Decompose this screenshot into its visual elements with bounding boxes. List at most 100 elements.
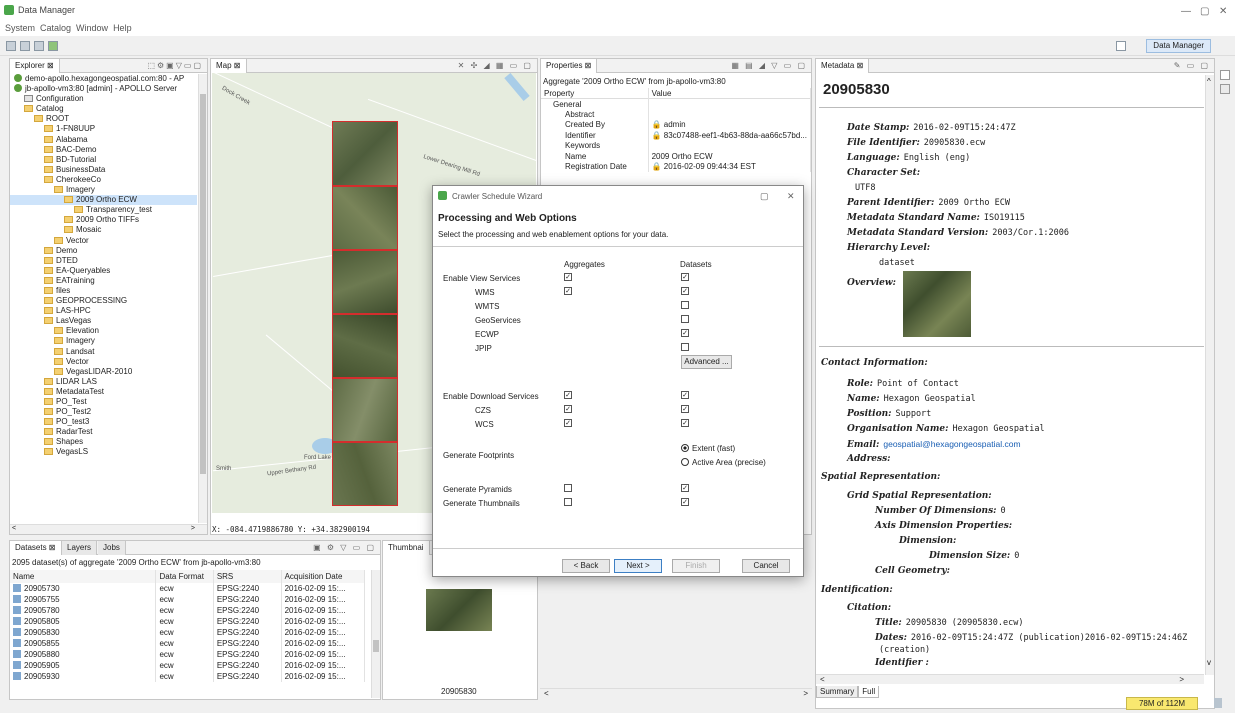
tree-item[interactable]: Vector bbox=[10, 357, 197, 367]
col-header[interactable]: SRS bbox=[213, 570, 282, 583]
properties-hscroll[interactable]: < > bbox=[540, 688, 812, 698]
explorer-vscroll[interactable] bbox=[198, 74, 207, 523]
col-header[interactable]: Data Format bbox=[155, 570, 214, 583]
aggregate-checkbox[interactable]: ✓ bbox=[564, 287, 572, 295]
gc-icon[interactable] bbox=[1214, 698, 1222, 708]
active-area-radio[interactable] bbox=[681, 458, 689, 466]
dataset-checkbox[interactable] bbox=[681, 343, 689, 351]
tree-item[interactable]: CherokeeCo bbox=[10, 175, 197, 185]
image-tile[interactable] bbox=[332, 442, 398, 506]
menu-system[interactable]: System bbox=[5, 20, 35, 36]
property-row[interactable]: Registration Date 🔒 2016-02-09 09:44:34 E… bbox=[541, 161, 812, 172]
tree-item[interactable]: EATraining bbox=[10, 276, 197, 286]
perspective-data-manager[interactable]: Data Manager bbox=[1146, 39, 1211, 53]
extent-radio[interactable] bbox=[681, 444, 689, 452]
tab-map[interactable]: Map ⊠ bbox=[211, 59, 247, 73]
dataset-row[interactable]: 20905930 ecw EPSG:2240 2016-02-09 15:... bbox=[10, 671, 366, 682]
property-row[interactable]: Keywords bbox=[541, 140, 812, 151]
col-property[interactable]: Property bbox=[541, 88, 649, 99]
side-view-icon[interactable] bbox=[1220, 84, 1230, 94]
tree-item[interactable]: jb-apollo-vm3:80 [admin] - APOLLO Server bbox=[10, 84, 197, 94]
tree-item[interactable]: Demo bbox=[10, 246, 197, 256]
property-row[interactable]: Name 2009 Ortho ECW bbox=[541, 151, 812, 162]
save-icon[interactable] bbox=[20, 41, 30, 51]
image-tile[interactable] bbox=[332, 186, 398, 250]
dataset-row[interactable]: 20905755 ecw EPSG:2240 2016-02-09 15:... bbox=[10, 594, 366, 605]
tree-item[interactable]: RadarTest bbox=[10, 427, 197, 437]
tree-item[interactable]: Landsat bbox=[10, 347, 197, 357]
property-row[interactable]: Created By 🔒 admin bbox=[541, 119, 812, 130]
col-header[interactable]: Acquisition Date bbox=[281, 570, 366, 583]
new-icon[interactable] bbox=[6, 41, 16, 51]
col-value[interactable]: Value bbox=[648, 88, 812, 99]
image-tile[interactable] bbox=[332, 121, 398, 186]
property-row[interactable]: Identifier 🔒 83c07488-eef1-4b63-88da-aa66… bbox=[541, 130, 812, 141]
tree-item[interactable]: PO_Test2 bbox=[10, 407, 197, 417]
dataset-checkbox[interactable] bbox=[681, 315, 689, 323]
next-button[interactable]: Next > bbox=[614, 559, 662, 573]
tab-summary[interactable]: Summary bbox=[816, 686, 859, 698]
dataset-checkbox[interactable]: ✓ bbox=[681, 405, 689, 413]
dataset-checkbox[interactable]: ✓ bbox=[681, 273, 689, 281]
side-view-icon[interactable] bbox=[1220, 70, 1230, 80]
explorer-hscroll[interactable]: < > bbox=[10, 524, 207, 534]
dataset-checkbox[interactable]: ✓ bbox=[681, 391, 689, 399]
server-icon[interactable] bbox=[48, 41, 58, 51]
tree-item[interactable]: Elevation bbox=[10, 326, 197, 336]
map-toolbar-icons[interactable]: ✕ ✣ ◢ ▦ ▭ ▢ bbox=[458, 61, 533, 70]
aggregate-checkbox[interactable]: ✓ bbox=[564, 273, 572, 281]
dataset-checkbox[interactable]: ✓ bbox=[681, 484, 689, 492]
tree-item[interactable]: Catalog bbox=[10, 104, 197, 114]
wizard-maximize-button[interactable]: ▢ bbox=[760, 191, 769, 202]
tree-item[interactable]: ROOT bbox=[10, 114, 197, 124]
minimize-button[interactable]: — bbox=[1181, 6, 1191, 17]
tab-properties[interactable]: Properties ⊠ bbox=[541, 59, 598, 73]
close-button[interactable]: ✕ bbox=[1219, 6, 1227, 17]
menu-window[interactable]: Window bbox=[76, 20, 108, 36]
dataset-checkbox[interactable]: ✓ bbox=[681, 498, 689, 506]
tree-item[interactable]: Transparency_test bbox=[10, 205, 197, 215]
col-header[interactable]: Name bbox=[10, 570, 157, 583]
property-row[interactable]: General bbox=[541, 98, 812, 109]
heap-status[interactable]: 78M of 112M bbox=[1126, 697, 1198, 710]
tree-item[interactable]: LasVegas bbox=[10, 316, 197, 326]
tree-item[interactable]: Shapes bbox=[10, 437, 197, 447]
tree-item[interactable]: BD-Tutorial bbox=[10, 155, 197, 165]
tree-item[interactable]: VegasLIDAR-2010 bbox=[10, 367, 197, 377]
advanced-button[interactable]: Advanced ... bbox=[681, 355, 732, 369]
dataset-row[interactable]: 20905730 ecw EPSG:2240 2016-02-09 15:... bbox=[10, 583, 366, 594]
dataset-row[interactable]: 20905905 ecw EPSG:2240 2016-02-09 15:... bbox=[10, 660, 366, 671]
tree-item[interactable]: DTED bbox=[10, 256, 197, 266]
tree-item[interactable]: 2009 Ortho TIFFs bbox=[10, 215, 197, 225]
tree-item[interactable]: LAS-HPC bbox=[10, 306, 197, 316]
property-row[interactable]: Abstract bbox=[541, 109, 812, 120]
tree-item[interactable]: 1-FN8UUP bbox=[10, 124, 197, 134]
wizard-close-button[interactable]: ✕ bbox=[787, 191, 795, 202]
tree-item[interactable]: Imagery bbox=[10, 336, 197, 346]
tab-full[interactable]: Full bbox=[858, 686, 880, 698]
aggregate-checkbox[interactable]: ✓ bbox=[564, 419, 572, 427]
tree-item[interactable]: Configuration bbox=[10, 94, 197, 104]
tree-item[interactable]: PO_Test bbox=[10, 397, 197, 407]
aggregate-checkbox[interactable] bbox=[564, 498, 572, 506]
tree-item[interactable]: 2009 Ortho ECW bbox=[10, 195, 197, 206]
properties-table[interactable]: Property Value General Abstract Created By 🔒 … bbox=[541, 88, 812, 172]
aggregate-checkbox[interactable]: ✓ bbox=[564, 391, 572, 399]
metadata-hscroll[interactable]: < > bbox=[816, 674, 1204, 684]
metadata-vscroll[interactable]: ^ v bbox=[1205, 75, 1214, 675]
tab-layers[interactable]: Layers bbox=[62, 541, 98, 555]
tree-item[interactable]: GEOPROCESSING bbox=[10, 296, 197, 306]
image-tile[interactable] bbox=[332, 378, 398, 442]
image-tile[interactable] bbox=[332, 314, 398, 378]
back-button[interactable]: < Back bbox=[562, 559, 610, 573]
dataset-checkbox[interactable]: ✓ bbox=[681, 329, 689, 337]
dataset-checkbox[interactable]: ✓ bbox=[681, 419, 689, 427]
tab-jobs[interactable]: Jobs bbox=[98, 541, 126, 555]
catalog-tree[interactable]: demo-apollo.hexagongeospatial.com:80 - A… bbox=[10, 74, 197, 522]
dataset-row[interactable]: 20905830 ecw EPSG:2240 2016-02-09 15:... bbox=[10, 627, 366, 638]
tab-thumbnail[interactable]: Thumbnai bbox=[383, 541, 430, 555]
tree-item[interactable]: LIDAR LAS bbox=[10, 377, 197, 387]
tree-item[interactable]: Vector bbox=[10, 236, 197, 246]
tab-explorer[interactable]: Explorer ⊠ bbox=[10, 59, 60, 73]
tree-item[interactable]: PO_test3 bbox=[10, 417, 197, 427]
